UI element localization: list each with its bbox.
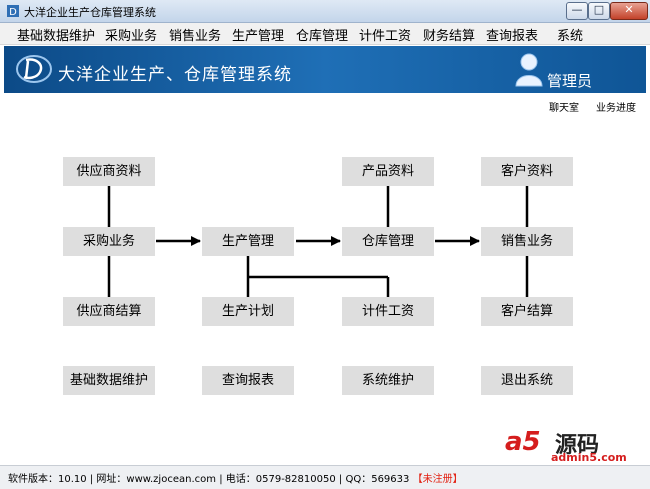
supplier-info-button[interactable]: 供应商资料 bbox=[63, 157, 155, 186]
watermark: a5 源码 admin5.com bbox=[505, 425, 645, 465]
production-management-button[interactable]: 生产管理 bbox=[202, 227, 294, 256]
menu-finance[interactable]: 财务结算 bbox=[423, 25, 475, 44]
current-user: 管理员 bbox=[547, 72, 593, 90]
registration-status: 【未注册】 bbox=[412, 474, 463, 485]
menu-reports[interactable]: 查询报表 bbox=[486, 25, 538, 44]
watermark-url: admin5.com bbox=[551, 451, 627, 464]
business-progress-link[interactable]: 业务进度 bbox=[596, 99, 636, 114]
chat-room-link[interactable]: 聊天室 bbox=[549, 99, 579, 114]
software-version: 软件版本：10.10 bbox=[8, 474, 87, 485]
piecework-wage-button[interactable]: 计件工资 bbox=[342, 297, 434, 326]
production-plan-button[interactable]: 生产计划 bbox=[202, 297, 294, 326]
sales-button[interactable]: 销售业务 bbox=[481, 227, 573, 256]
app-icon: D bbox=[7, 5, 19, 18]
svg-text:D: D bbox=[9, 7, 17, 18]
purchase-button[interactable]: 采购业务 bbox=[63, 227, 155, 256]
window-title: 大洋企业生产仓库管理系统 bbox=[24, 6, 156, 19]
status-bar: 软件版本：10.10 | 网址：www.zjocean.com | 电话：057… bbox=[0, 465, 650, 489]
status-separator: | bbox=[338, 474, 343, 485]
qq-number: QQ：569633 bbox=[345, 474, 410, 485]
status-separator: | bbox=[89, 474, 94, 485]
phone: 电话：0579-82810050 bbox=[225, 474, 336, 485]
basic-data-button[interactable]: 基础数据维护 bbox=[63, 366, 155, 395]
customer-info-button[interactable]: 客户资料 bbox=[481, 157, 573, 186]
warehouse-management-button[interactable]: 仓库管理 bbox=[342, 227, 434, 256]
menu-purchase[interactable]: 采购业务 bbox=[105, 25, 157, 44]
header-banner: 大洋企业生产、仓库管理系统 管理员 bbox=[4, 46, 646, 93]
status-text: 软件版本：10.10 | 网址：www.zjocean.com | 电话：057… bbox=[8, 470, 463, 485]
maximize-button[interactable]: □ bbox=[588, 2, 610, 20]
product-info-button[interactable]: 产品资料 bbox=[342, 157, 434, 186]
watermark-logo: a5 bbox=[505, 427, 541, 457]
system-maintenance-button[interactable]: 系统维护 bbox=[342, 366, 434, 395]
menu-basic-data[interactable]: 基础数据维护 bbox=[17, 25, 95, 44]
minimize-button[interactable]: — bbox=[566, 2, 588, 20]
menu-production[interactable]: 生产管理 bbox=[232, 25, 284, 44]
title-bar: D 大洋企业生产仓库管理系统 — □ ✕ bbox=[0, 0, 650, 23]
menu-system[interactable]: 系统 bbox=[557, 25, 583, 44]
supplier-settlement-button[interactable]: 供应商结算 bbox=[63, 297, 155, 326]
website: 网址：www.zjocean.com bbox=[96, 474, 216, 485]
company-logo bbox=[16, 55, 52, 83]
exit-system-button[interactable]: 退出系统 bbox=[481, 366, 573, 395]
menu-warehouse[interactable]: 仓库管理 bbox=[296, 25, 348, 44]
user-icon bbox=[515, 53, 543, 87]
app-title: 大洋企业生产、仓库管理系统 bbox=[58, 65, 292, 85]
menu-piecework[interactable]: 计件工资 bbox=[359, 25, 411, 44]
menu-sales[interactable]: 销售业务 bbox=[169, 25, 221, 44]
close-button[interactable]: ✕ bbox=[610, 2, 648, 20]
customer-settlement-button[interactable]: 客户结算 bbox=[481, 297, 573, 326]
status-separator: | bbox=[219, 474, 223, 485]
menu-bar: 基础数据维护 采购业务 销售业务 生产管理 仓库管理 计件工资 财务结算 查询报… bbox=[0, 23, 650, 45]
query-report-button[interactable]: 查询报表 bbox=[202, 366, 294, 395]
